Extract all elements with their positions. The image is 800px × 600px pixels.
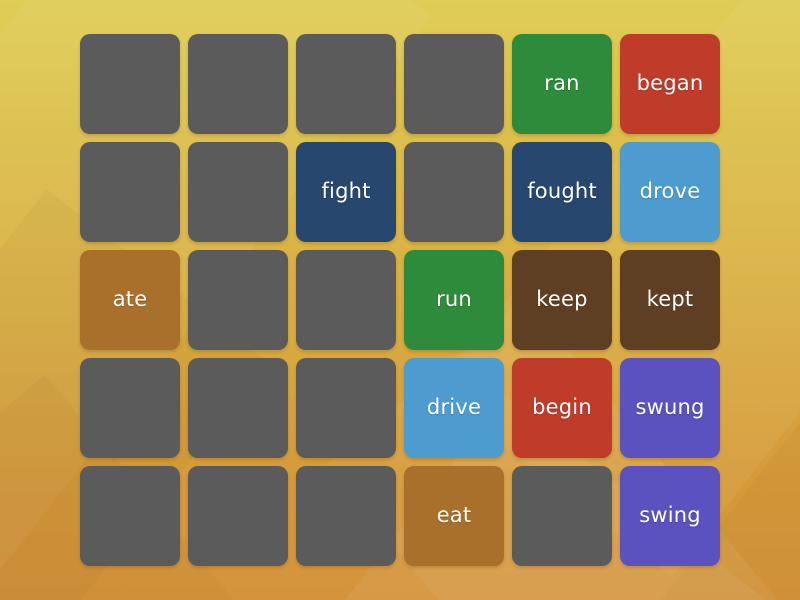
tile-blank[interactable] xyxy=(296,34,396,134)
tile-label: ran xyxy=(544,71,580,96)
tile-label: began xyxy=(636,71,704,96)
tile-word[interactable]: began xyxy=(620,34,720,134)
tile-blank[interactable] xyxy=(80,466,180,566)
tile-label: drive xyxy=(426,395,482,420)
tile-blank[interactable] xyxy=(80,358,180,458)
tile-word[interactable]: eat xyxy=(404,466,504,566)
tile-word[interactable]: keep xyxy=(512,250,612,350)
tile-word[interactable]: drove xyxy=(620,142,720,242)
tile-blank[interactable] xyxy=(188,466,288,566)
tile-grid: ran began fight fought drove ate run keep kept dr… xyxy=(80,34,720,566)
tile-label: ate xyxy=(112,287,148,312)
tile-word[interactable]: fought xyxy=(512,142,612,242)
tile-word[interactable]: ate xyxy=(80,250,180,350)
tile-blank[interactable] xyxy=(80,34,180,134)
tile-blank[interactable] xyxy=(296,466,396,566)
tile-blank[interactable] xyxy=(188,250,288,350)
tile-word[interactable]: swing xyxy=(620,466,720,566)
tile-word[interactable]: kept xyxy=(620,250,720,350)
game-stage: ran began fight fought drove ate run keep kept dr… xyxy=(0,0,800,600)
tile-word[interactable]: begin xyxy=(512,358,612,458)
tile-blank[interactable] xyxy=(188,142,288,242)
tile-word[interactable]: swung xyxy=(620,358,720,458)
tile-label: keep xyxy=(536,287,588,312)
tile-word[interactable]: run xyxy=(404,250,504,350)
tile-label: swing xyxy=(639,503,701,528)
tile-blank[interactable] xyxy=(404,34,504,134)
tile-word[interactable]: ran xyxy=(512,34,612,134)
tile-label: eat xyxy=(436,503,472,528)
tile-blank[interactable] xyxy=(404,142,504,242)
tile-word[interactable]: fight xyxy=(296,142,396,242)
tile-label: drove xyxy=(639,179,701,204)
tile-word[interactable]: drive xyxy=(404,358,504,458)
tile-blank[interactable] xyxy=(188,34,288,134)
tile-blank[interactable] xyxy=(296,358,396,458)
tile-label: fought xyxy=(527,179,597,204)
tile-blank[interactable] xyxy=(512,466,612,566)
tile-blank[interactable] xyxy=(296,250,396,350)
tile-label: begin xyxy=(532,395,592,420)
tile-label: fight xyxy=(321,179,371,204)
tile-label: swung xyxy=(635,395,705,420)
tile-blank[interactable] xyxy=(188,358,288,458)
tile-blank[interactable] xyxy=(80,142,180,242)
tile-label: run xyxy=(436,287,472,312)
tile-label: kept xyxy=(646,287,694,312)
